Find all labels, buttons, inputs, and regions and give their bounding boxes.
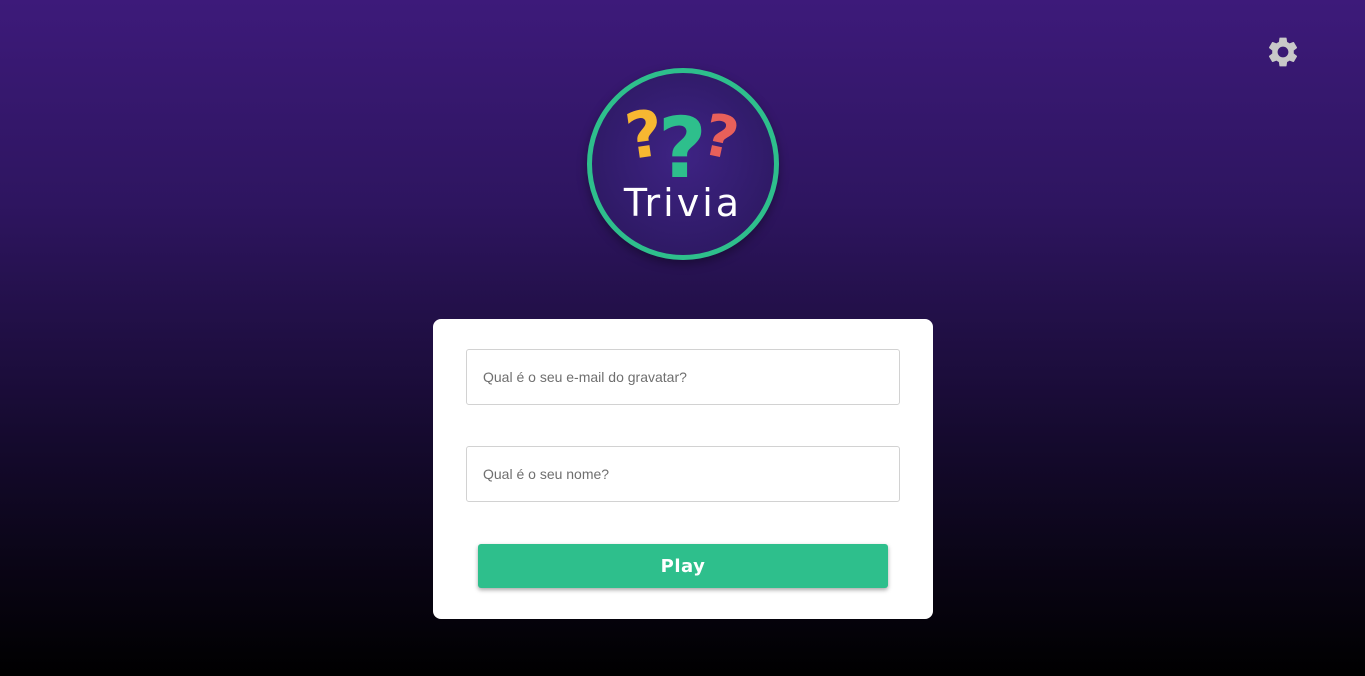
settings-button[interactable] bbox=[1265, 34, 1301, 70]
name-input[interactable] bbox=[466, 446, 900, 502]
question-marks-graphic: ? ? ? bbox=[621, 97, 744, 197]
login-card: Play bbox=[433, 319, 933, 619]
logo-title: Trivia bbox=[623, 181, 743, 225]
email-input[interactable] bbox=[466, 349, 900, 405]
trivia-logo: ? ? ? Trivia bbox=[587, 68, 779, 260]
play-button[interactable]: Play bbox=[478, 544, 888, 588]
gear-icon bbox=[1268, 37, 1298, 67]
